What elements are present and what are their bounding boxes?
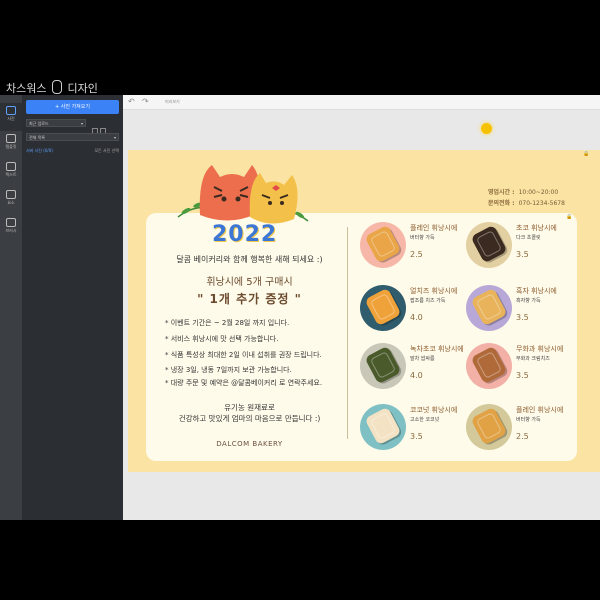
product-item[interactable]: 초코 휘낭시에 다크 초콜릿 3.5	[466, 219, 576, 271]
chevron-down-icon: ▾	[80, 121, 83, 126]
event-note-4: * 냉장 3일, 냉동 7일까지 보관 가능합니다.	[165, 366, 292, 374]
app-title: 차스워스 디자인	[6, 80, 98, 96]
product-desc: 다크 초콜릿	[516, 235, 541, 241]
product-price: 2.5	[516, 432, 529, 441]
files-row: 서버 사진 (0/0) 모든 사진 선택	[26, 148, 119, 154]
rail-item-brush[interactable]: 브러시	[0, 215, 22, 243]
product-name: 초코 휘낭시에	[516, 224, 557, 232]
phone-value: 070-1234-5678	[518, 200, 565, 207]
side-panel: + 사진 가져오기 최근 업로드 ▾ 전체 목록 ▾ 서버 사진 (0/0) 모든 …	[22, 95, 123, 520]
hours-value: 10:00~20:00	[518, 189, 559, 196]
import-photo-button[interactable]: + 사진 가져오기	[26, 100, 119, 114]
select-all-photos[interactable]: 모든 사진 선택	[94, 148, 119, 154]
promo-line-2: " 1개 추가 증정 "	[197, 292, 302, 306]
event-note-3: * 식품 특성상 최대한 2일 이내 섭취를 권장 드립니다.	[165, 351, 322, 359]
phone-label: 문의전화 :	[488, 200, 515, 207]
product-item[interactable]: 플레인 휘낭시에 버터향 가득 2.5	[466, 401, 576, 453]
product-name: 녹차초코 휘낭시에	[410, 345, 464, 353]
product-price: 3.5	[516, 371, 529, 380]
closing-line-1: 유기농 원재료로	[224, 403, 275, 412]
event-note-2: * 서비스 휘낭시에 맛 선택 가능합니다.	[165, 335, 279, 343]
poster-headline: 달콤 베이커리와 함께 행복한 새해 되세요 :)	[176, 255, 323, 264]
lock-icon[interactable]: 🔒	[583, 151, 589, 157]
mouse-cursor-icon	[481, 123, 492, 134]
promo-line-1: 휘낭시에 5개 구매시	[206, 277, 293, 288]
product-desc: 버터향 가득	[516, 417, 541, 423]
rail-item-text[interactable]: 텍스트	[0, 159, 22, 187]
product-item[interactable]: 무화과 휘낭시에 무화과 크림치즈 3.5	[466, 340, 576, 392]
product-item[interactable]: 코코넛 휘낭시에 고소한 코코넛 3.5	[360, 401, 470, 453]
product-desc: 무화과 크림치즈	[516, 356, 550, 362]
left-rail: 사진 템플릿 텍스트 요소 브러시	[0, 95, 22, 520]
product-desc: 짭조름 치즈 가득	[410, 298, 446, 304]
product-desc: 흑자향 가득	[516, 298, 541, 304]
event-note-5: * 대량 주문 및 예약은 @달콤베이커리 로 연락주세요.	[165, 379, 323, 387]
product-item[interactable]: 녹차초코 휘낭시에 말차 쌉싸름 4.0	[360, 340, 470, 392]
rail-item-photo[interactable]: 사진	[0, 103, 22, 131]
brush-icon	[6, 218, 16, 227]
photo-icon	[6, 106, 16, 115]
text-icon	[6, 162, 16, 171]
product-price: 4.0	[410, 371, 423, 380]
product-name: 플레인 휘낭시에	[516, 406, 564, 414]
product-desc: 고소한 코코넛	[410, 417, 440, 423]
rail-item-template[interactable]: 템플릿	[0, 131, 22, 159]
product-item[interactable]: 얼치즈 휘낭시에 짭조름 치즈 가득 4.0	[360, 282, 470, 334]
product-price: 3.5	[516, 250, 529, 259]
chevron-down-icon: ▾	[113, 135, 116, 140]
app-title-left: 차스워스	[6, 82, 47, 95]
product-name: 흑자 휘낭시에	[516, 287, 557, 295]
product-name: 얼치즈 휘낭시에	[410, 287, 458, 295]
poster-year: 2022	[212, 222, 278, 247]
closing-line-2: 건강하고 맛있게 엄마의 마음으로 만듭니다 :)	[178, 414, 321, 423]
app-logo-icon	[51, 80, 62, 94]
product-price: 4.0	[410, 313, 423, 322]
redo-icon[interactable]: ↷	[142, 97, 149, 106]
product-name: 플레인 휘낭시에	[410, 224, 458, 232]
toolbar: ↶ ↷ 미리보기	[123, 95, 600, 110]
server-photos-link[interactable]: 서버 사진 (0/0)	[26, 148, 53, 153]
product-price: 2.5	[410, 250, 423, 259]
view-toggle	[92, 119, 119, 134]
template-icon	[6, 134, 16, 143]
brand-name: DALCOM BAKERY	[216, 440, 283, 448]
app-title-right: 디자인	[67, 82, 98, 95]
rail-item-elements[interactable]: 요소	[0, 187, 22, 215]
undo-icon[interactable]: ↶	[128, 97, 135, 106]
product-price: 3.5	[410, 432, 423, 441]
product-name: 무화과 휘낭시에	[516, 345, 564, 353]
photo-filter-select[interactable]: 전체 목록 ▾	[26, 133, 119, 141]
product-name: 코코넛 휘낭시에	[410, 406, 458, 414]
product-price: 3.5	[516, 313, 529, 322]
preview-button[interactable]: 미리보기	[165, 99, 180, 105]
heart-icon	[6, 190, 16, 199]
photo-source-select[interactable]: 최근 업로드 ▾	[26, 119, 86, 127]
card-divider	[347, 227, 348, 439]
event-note-1: * 이벤트 기간은 ~ 2월 28일 까지 입니다.	[165, 319, 290, 327]
product-desc: 말차 쌉싸름	[410, 356, 435, 362]
product-desc: 버터향 가득	[410, 235, 435, 241]
hours-label: 영업시간 :	[488, 189, 515, 196]
product-item[interactable]: 흑자 휘낭시에 흑자향 가득 3.5	[466, 282, 576, 334]
store-info: 영업시간 :10:00~20:00 문의전화 :070-1234-5678	[488, 187, 565, 209]
product-item[interactable]: 플레인 휘낭시에 버터향 가득 2.5	[360, 219, 470, 271]
